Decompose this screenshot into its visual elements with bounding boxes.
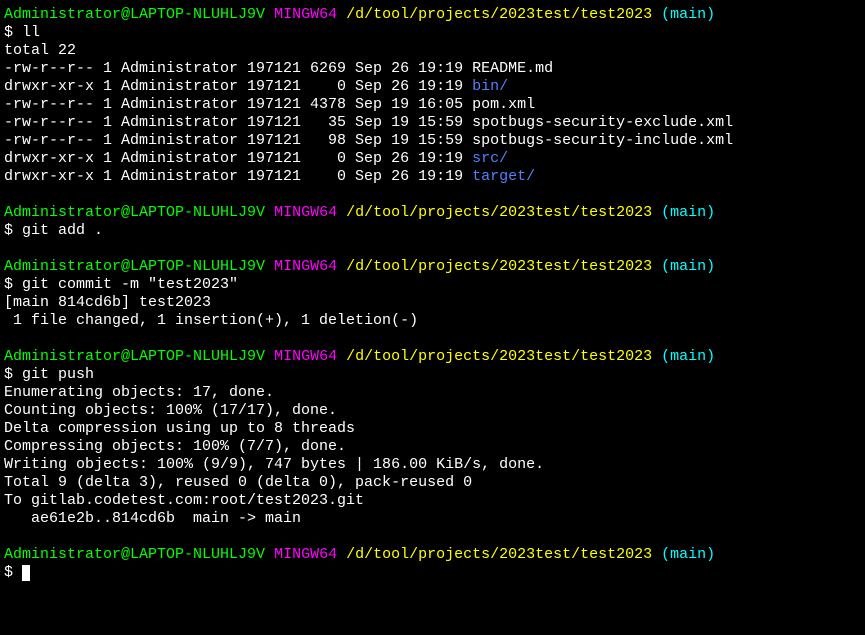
prompt-branch: (main) xyxy=(661,6,715,23)
output-line: -rw-r--r-- 1 Administrator 197121 35 Sep… xyxy=(4,114,861,132)
prompt-symbol: $ xyxy=(4,222,22,239)
output-segment: -rw-r--r-- 1 Administrator 197121 98 Sep… xyxy=(4,132,472,149)
prompt-symbol: $ xyxy=(4,24,22,41)
output-segment: drwxr-xr-x 1 Administrator 197121 0 Sep … xyxy=(4,150,472,167)
output-segment: -rw-r--r-- 1 Administrator 197121 6269 S… xyxy=(4,60,472,77)
output-line: Compressing objects: 100% (7/7), done. xyxy=(4,438,861,456)
prompt-path: /d/tool/projects/2023test/test2023 xyxy=(346,258,652,275)
prompt-line: Administrator@LAPTOP-NLUHLJ9V MINGW64 /d… xyxy=(4,6,861,24)
command-text: git commit -m "test2023" xyxy=(22,276,238,293)
prompt-line: Administrator@LAPTOP-NLUHLJ9V MINGW64 /d… xyxy=(4,204,861,222)
command-text: git push xyxy=(22,366,94,383)
prompt-user-host: Administrator@LAPTOP-NLUHLJ9V xyxy=(4,258,265,275)
section-gap xyxy=(4,240,861,258)
prompt-branch: (main) xyxy=(661,258,715,275)
prompt-user-host: Administrator@LAPTOP-NLUHLJ9V xyxy=(4,6,265,23)
output-segment: target/ xyxy=(472,168,535,185)
command-line: $ ll xyxy=(4,24,861,42)
output-segment: bin/ xyxy=(472,78,508,95)
command-line: $ git commit -m "test2023" xyxy=(4,276,861,294)
output-segment: src/ xyxy=(472,150,508,167)
section-gap xyxy=(4,528,861,546)
output-segment: spotbugs-security-include.xml xyxy=(472,132,733,149)
output-line: [main 814cd6b] test2023 xyxy=(4,294,861,312)
output-line: Delta compression using up to 8 threads xyxy=(4,420,861,438)
command-text: git add . xyxy=(22,222,103,239)
output-segment: README.md xyxy=(472,60,553,77)
output-line: -rw-r--r-- 1 Administrator 197121 6269 S… xyxy=(4,60,861,78)
section-gap xyxy=(4,186,861,204)
terminal-output[interactable]: Administrator@LAPTOP-NLUHLJ9V MINGW64 /d… xyxy=(4,6,861,582)
output-segment: pom.xml xyxy=(472,96,535,113)
prompt-env: MINGW64 xyxy=(274,204,337,221)
output-line: Counting objects: 100% (17/17), done. xyxy=(4,402,861,420)
output-segment: To gitlab.codetest.com:root/test2023.git xyxy=(4,492,364,509)
output-line: 1 file changed, 1 insertion(+), 1 deleti… xyxy=(4,312,861,330)
prompt-env: MINGW64 xyxy=(274,258,337,275)
output-line: ae61e2b..814cd6b main -> main xyxy=(4,510,861,528)
output-segment: total 22 xyxy=(4,42,76,59)
output-segment: -rw-r--r-- 1 Administrator 197121 35 Sep… xyxy=(4,114,472,131)
output-segment: ae61e2b..814cd6b main -> main xyxy=(4,510,301,527)
prompt-path: /d/tool/projects/2023test/test2023 xyxy=(346,546,652,563)
prompt-user-host: Administrator@LAPTOP-NLUHLJ9V xyxy=(4,204,265,221)
command-line[interactable]: $ xyxy=(4,564,861,582)
prompt-env: MINGW64 xyxy=(274,348,337,365)
cursor xyxy=(22,565,30,581)
prompt-path: /d/tool/projects/2023test/test2023 xyxy=(346,6,652,23)
prompt-branch: (main) xyxy=(661,204,715,221)
prompt-user-host: Administrator@LAPTOP-NLUHLJ9V xyxy=(4,348,265,365)
prompt-path: /d/tool/projects/2023test/test2023 xyxy=(346,348,652,365)
output-segment: -rw-r--r-- 1 Administrator 197121 4378 S… xyxy=(4,96,472,113)
output-line: Writing objects: 100% (9/9), 747 bytes |… xyxy=(4,456,861,474)
output-segment: [main 814cd6b] test2023 xyxy=(4,294,211,311)
output-line: total 22 xyxy=(4,42,861,60)
prompt-line: Administrator@LAPTOP-NLUHLJ9V MINGW64 /d… xyxy=(4,258,861,276)
command-line: $ git push xyxy=(4,366,861,384)
output-line: To gitlab.codetest.com:root/test2023.git xyxy=(4,492,861,510)
output-segment: drwxr-xr-x 1 Administrator 197121 0 Sep … xyxy=(4,78,472,95)
output-segment: Delta compression using up to 8 threads xyxy=(4,420,355,437)
output-segment: drwxr-xr-x 1 Administrator 197121 0 Sep … xyxy=(4,168,472,185)
prompt-symbol: $ xyxy=(4,366,22,383)
prompt-symbol: $ xyxy=(4,564,22,581)
prompt-user-host: Administrator@LAPTOP-NLUHLJ9V xyxy=(4,546,265,563)
command-text: ll xyxy=(22,24,40,41)
output-line: drwxr-xr-x 1 Administrator 197121 0 Sep … xyxy=(4,150,861,168)
prompt-line: Administrator@LAPTOP-NLUHLJ9V MINGW64 /d… xyxy=(4,546,861,564)
prompt-path: /d/tool/projects/2023test/test2023 xyxy=(346,204,652,221)
output-segment: spotbugs-security-exclude.xml xyxy=(472,114,733,131)
output-segment: 1 file changed, 1 insertion(+), 1 deleti… xyxy=(4,312,418,329)
command-line: $ git add . xyxy=(4,222,861,240)
output-segment: Compressing objects: 100% (7/7), done. xyxy=(4,438,346,455)
output-segment: Counting objects: 100% (17/17), done. xyxy=(4,402,337,419)
section-gap xyxy=(4,330,861,348)
prompt-env: MINGW64 xyxy=(274,546,337,563)
output-line: drwxr-xr-x 1 Administrator 197121 0 Sep … xyxy=(4,78,861,96)
prompt-env: MINGW64 xyxy=(274,6,337,23)
output-segment: Total 9 (delta 3), reused 0 (delta 0), p… xyxy=(4,474,472,491)
prompt-symbol: $ xyxy=(4,276,22,293)
prompt-branch: (main) xyxy=(661,348,715,365)
output-line: -rw-r--r-- 1 Administrator 197121 4378 S… xyxy=(4,96,861,114)
output-line: Total 9 (delta 3), reused 0 (delta 0), p… xyxy=(4,474,861,492)
output-line: Enumerating objects: 17, done. xyxy=(4,384,861,402)
output-line: -rw-r--r-- 1 Administrator 197121 98 Sep… xyxy=(4,132,861,150)
output-segment: Writing objects: 100% (9/9), 747 bytes |… xyxy=(4,456,544,473)
prompt-line: Administrator@LAPTOP-NLUHLJ9V MINGW64 /d… xyxy=(4,348,861,366)
output-segment: Enumerating objects: 17, done. xyxy=(4,384,274,401)
prompt-branch: (main) xyxy=(661,546,715,563)
output-line: drwxr-xr-x 1 Administrator 197121 0 Sep … xyxy=(4,168,861,186)
